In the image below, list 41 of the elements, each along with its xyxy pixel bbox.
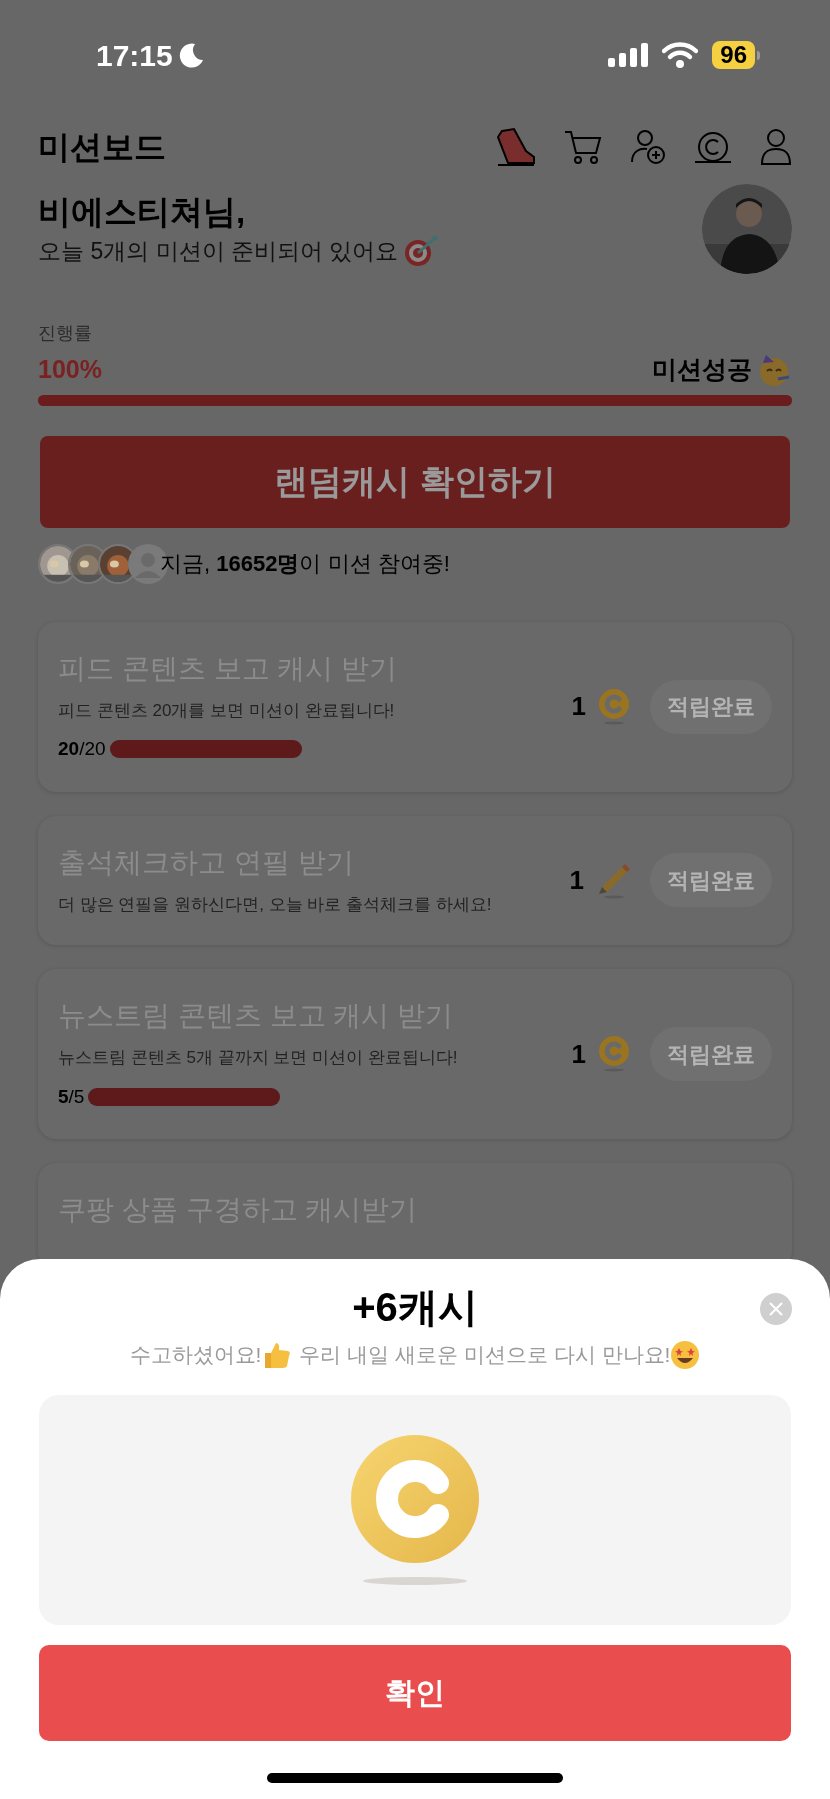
reward-amount: 1 [569,863,584,897]
mission-progress-text: 20/20 [58,737,106,761]
mission-description: 피드 콘텐츠 20개를 보면 미션이 완료됩니다! [58,699,396,722]
cart-icon[interactable] [564,129,602,165]
coin-icon[interactable] [694,130,732,164]
progress-label: 진행률 [38,322,93,345]
reward-amount: 1 [571,1037,586,1071]
sheet-message: 우리 내일 새로운 미션으로 다시 만나요! [299,1342,671,1368]
coin-icon [596,687,632,726]
mission-progress-text: 5/5 [58,1084,85,1109]
close-icon [768,1301,784,1317]
status-time: 17:15 [96,37,173,74]
page-title: 미션보드 [38,128,166,167]
coin-icon [596,1035,632,1073]
earned-button[interactable]: 적립완료 [650,853,772,908]
moon-icon [178,42,205,68]
star-eyes-face-icon [670,1339,701,1370]
sneaker-icon[interactable] [494,127,536,167]
earned-button[interactable]: 적립완료 [650,679,772,734]
mission-description: 뉴스트림 콘텐츠 5개 끝까지 보면 미션이 완료됩니다! [58,1047,459,1069]
progress-percent: 100% [38,354,102,385]
sheet-message: 수고하셨어요! [129,1342,262,1368]
party-face-icon [758,352,792,387]
target-icon [404,235,441,267]
coin-icon [350,1434,480,1585]
battery-level: 96 [712,41,755,69]
wifi-icon [662,42,699,68]
reward-amount: 1 [571,690,586,723]
add-user-icon[interactable] [630,129,666,165]
signal-icon [608,43,649,67]
battery-tip [757,50,760,60]
profile-icon[interactable] [760,128,792,166]
mission-description: 더 많은 연필을 원하신다면, 오늘 바로 출석체크를 하세요! [58,893,493,916]
confirm-button[interactable]: 확인 [39,1644,791,1741]
earned-button[interactable]: 적립완료 [650,1027,772,1081]
random-cash-button[interactable]: 랜덤캐시 확인하기 [40,435,790,528]
mission-success-label: 미션성공 [652,354,752,385]
participants-text: 지금, 16652명이 미션 참여중! [160,550,450,578]
greeting-name: 비에스티쳐님, [38,191,247,232]
sheet-title: +6캐시 [352,1284,478,1331]
greeting-subtitle: 오늘 5개의 미션이 준비되어 있어요 [38,236,399,266]
